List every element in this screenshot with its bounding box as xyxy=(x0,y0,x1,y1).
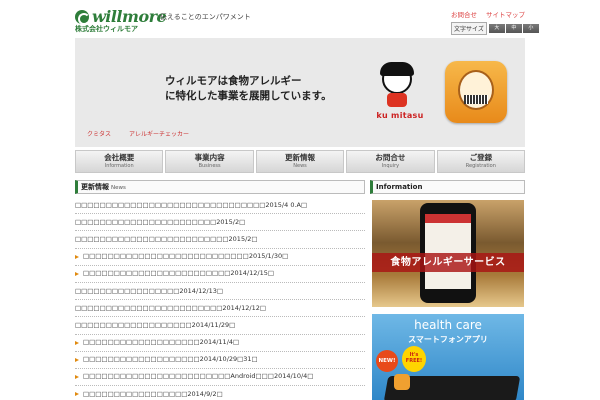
nav-label: ご登録 xyxy=(469,153,493,162)
font-size-small-button[interactable]: 小 xyxy=(522,24,539,33)
arrow-right-icon xyxy=(75,340,79,345)
contact-link[interactable]: お問合せ xyxy=(451,9,477,19)
nav-label: お問合せ xyxy=(375,153,406,162)
hero-line-2: に特化した事業を展開しています。 xyxy=(165,90,332,102)
app-icon-face xyxy=(458,70,494,110)
hero-line-1: ウィルモアは食物アレルギー xyxy=(165,75,302,87)
nav-sublabel: Registration xyxy=(465,163,496,169)
news-item-text: □□□□□□□□□□□□□□□□□□□□□□□□□□□2015/1/30□ xyxy=(83,252,289,261)
allergy-checker-app-icon[interactable] xyxy=(445,61,507,123)
allergy-service-banner[interactable]: 食物アレルギーサービス xyxy=(372,200,524,307)
sitemap-link[interactable]: サイトマップ xyxy=(486,9,525,19)
free-badge: It's FREE! xyxy=(402,346,426,372)
healthcare-title: health care xyxy=(414,318,482,332)
arrow-right-icon xyxy=(75,357,79,362)
healthcare-app-banner[interactable]: health care スマートフォンアプリ NEW! It's FREE! xyxy=(372,314,524,400)
news-item-text: □□□□□□□□□□□□□□□□□2014/9/2□ xyxy=(83,389,223,398)
news-item[interactable]: □□□□□□□□□□□□□□□□□□□2014/11/4□ xyxy=(75,335,365,352)
news-item[interactable]: □□□□□□□□□□□□□□□□□□□□□□□□2014/12/15□ xyxy=(75,266,365,283)
news-title-en: News xyxy=(111,185,126,191)
top-links: お問合せ サイトマップ xyxy=(451,9,525,19)
hero-banner: ウィルモアは食物アレルギー に特化した事業を展開しています。 クミタス アレルギ… xyxy=(75,38,525,147)
nav-sublabel: Information xyxy=(104,163,134,169)
news-item-text: □□□□□□□□□□□□□□□□□□□□□□□□2014/12/15□ xyxy=(83,269,274,278)
font-size-large-button[interactable]: 大 xyxy=(488,24,505,33)
logo-mark-icon xyxy=(75,9,90,25)
news-item[interactable]: □□□□□□□□□□□□□□□□□□□□□□□2015/2□ xyxy=(75,214,365,232)
news-list: □□□□□□□□□□□□□□□□□□□□□□□□□□□□□□□2015/4 0.… xyxy=(75,197,365,400)
news-item[interactable]: □□□□□□□□□□□□□□□□□2014/12/13□ xyxy=(75,283,365,301)
news-item-text: □□□□□□□□□□□□□□□□□□□□□□□□Android□□□2014/1… xyxy=(83,372,314,381)
company-name: 株式会社ウィルモア xyxy=(75,25,138,33)
news-item[interactable]: □□□□□□□□□□□□□□□□□□□□□□□□□□□□□□□2015/4 0.… xyxy=(75,197,365,215)
tagline: 伝えることのエンパワメント xyxy=(160,13,251,21)
allergy-service-caption: 食物アレルギーサービス xyxy=(372,253,524,272)
news-item-text: □□□□□□□□□□□□□□□□□□□□□□□□□□□□□□□2015/4 0.… xyxy=(75,200,308,209)
kumitasu-brand-label: ku mitasu xyxy=(376,111,424,120)
mascot-body xyxy=(387,93,407,107)
news-item-text: □□□□□□□□□□□□□□□□□□□2014/11/29□ xyxy=(75,320,236,329)
arrow-right-icon xyxy=(75,392,79,397)
nav-label: 会社概要 xyxy=(104,153,135,162)
kumitasu-mascot-icon[interactable]: ku mitasu xyxy=(370,62,430,124)
nav-item-inquiry[interactable]: お問合せ Inquiry xyxy=(346,150,435,173)
news-item-text: □□□□□□□□□□□□□□□□□□□2014/10/29□31□ xyxy=(83,355,258,364)
news-item[interactable]: □□□□□□□□□□□□□□□□□□□2014/10/29□31□ xyxy=(75,352,365,369)
hero-copy: ウィルモアは食物アレルギー に特化した事業を展開しています。 xyxy=(165,74,332,104)
nav-item-registration[interactable]: ご登録 Registration xyxy=(436,150,526,173)
allergy-checker-link[interactable]: アレルギーチェッカー xyxy=(129,129,189,138)
main-nav: 会社概要 Information 事業内容 Business 更新情報 News… xyxy=(75,150,526,173)
information-heading: Information xyxy=(370,180,525,194)
app-mini-icon xyxy=(394,374,410,390)
news-item[interactable]: □□□□□□□□□□□□□□□□□□□□□□□□□2015/2□ xyxy=(75,231,365,249)
nav-sublabel: News xyxy=(293,163,307,169)
nav-item-information[interactable]: 会社概要 Information xyxy=(75,150,164,173)
news-item[interactable]: □□□□□□□□□□□□□□□□□□□2014/11/29□ xyxy=(75,317,365,335)
nav-sublabel: Business xyxy=(198,163,221,169)
nav-item-news[interactable]: 更新情報 News xyxy=(255,150,345,173)
kumitasu-link[interactable]: クミタス xyxy=(87,129,111,138)
arrow-right-icon xyxy=(75,254,79,259)
nav-label: 事業内容 xyxy=(194,153,225,162)
font-size-switcher: 文字サイズ 大 中 小 xyxy=(451,22,539,35)
barcode-icon xyxy=(464,95,488,104)
mascot-hair xyxy=(380,62,414,76)
nav-item-business[interactable]: 事業内容 Business xyxy=(165,150,254,173)
new-badge: NEW! xyxy=(376,350,398,372)
nav-label: 更新情報 xyxy=(285,153,316,162)
arrow-right-icon xyxy=(75,271,79,276)
healthcare-subtitle: スマートフォンアプリ xyxy=(408,335,488,344)
news-item-text: □□□□□□□□□□□□□□□□□□□□□□□□□2015/2□ xyxy=(75,234,258,243)
news-item-text: □□□□□□□□□□□□□□□□□2014/12/13□ xyxy=(75,286,224,295)
news-item[interactable]: □□□□□□□□□□□□□□□□□□□□□□□□2014/12/12□ xyxy=(75,300,365,318)
news-item-text: □□□□□□□□□□□□□□□□□□□□□□□2015/2□ xyxy=(75,217,246,226)
font-size-medium-button[interactable]: 中 xyxy=(505,24,522,33)
nav-sublabel: Inquiry xyxy=(381,163,400,169)
news-item[interactable]: □□□□□□□□□□□□□□□□□□□□□□□□Android□□□2014/1… xyxy=(75,369,365,387)
hero-links: クミタス アレルギーチェッカー xyxy=(87,129,189,138)
news-item[interactable]: □□□□□□□□□□□□□□□□□□□□□□□□□□□2015/1/30□ xyxy=(75,249,365,266)
news-item-text: □□□□□□□□□□□□□□□□□□□□□□□□2014/12/12□ xyxy=(75,303,266,312)
arrow-right-icon xyxy=(75,374,79,379)
font-size-label: 文字サイズ xyxy=(451,22,487,35)
phone-screen xyxy=(425,214,471,289)
news-item[interactable]: □□□□□□□□□□□□□□□□□2014/9/2□ xyxy=(75,386,365,400)
news-title: 更新情報 xyxy=(81,183,109,191)
news-heading: 更新情報 News xyxy=(75,180,365,194)
news-item-text: □□□□□□□□□□□□□□□□□□□2014/11/4□ xyxy=(83,338,240,347)
